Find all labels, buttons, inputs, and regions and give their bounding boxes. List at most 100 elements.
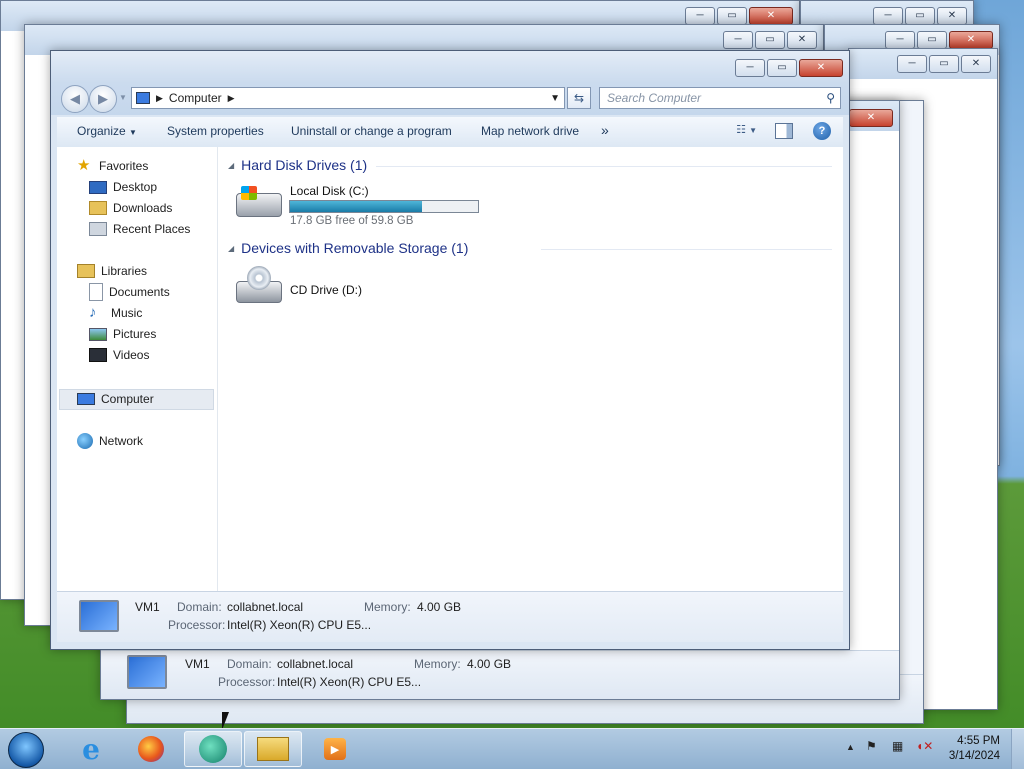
minimize-button[interactable]: ─ xyxy=(685,7,715,25)
computer-icon xyxy=(77,393,95,405)
preview-pane-button[interactable] xyxy=(775,123,793,139)
breadcrumb-computer[interactable]: Computer xyxy=(169,91,222,105)
nav-desktop-label: Desktop xyxy=(113,180,158,194)
system-properties-button[interactable]: System properties xyxy=(167,124,264,138)
firefox-icon xyxy=(138,736,164,762)
details-pane: VM1 Domain: collabnet.local Memory: 4.00… xyxy=(57,591,843,642)
close-button[interactable]: ✕ xyxy=(799,59,843,77)
close-button[interactable]: ✕ xyxy=(937,7,967,25)
memory-value: 4.00 GB xyxy=(417,600,462,614)
system-clock[interactable]: 4:55 PM 3/14/2024 xyxy=(949,734,1000,764)
maximize-button[interactable]: ▭ xyxy=(905,7,935,25)
close-button[interactable]: ✕ xyxy=(749,7,793,25)
start-button[interactable] xyxy=(8,732,44,768)
taskbar-internet-explorer[interactable]: e xyxy=(62,731,120,767)
search-icon[interactable]: ⚲ xyxy=(826,91,835,105)
forward-button[interactable]: ▶ xyxy=(89,85,117,113)
libraries-icon xyxy=(77,264,95,278)
taskbar-firefox[interactable] xyxy=(122,731,180,767)
caption-buttons: ─ ▭ ✕ xyxy=(735,59,843,77)
close-button[interactable]: ✕ xyxy=(949,31,993,49)
search-input[interactable]: Search Computer ⚲ xyxy=(599,87,841,109)
processor-value: Intel(R) Xeon(R) CPU E5... xyxy=(277,675,422,689)
drive-d-name: CD Drive (D:) xyxy=(290,283,362,297)
nav-pictures[interactable]: Pictures xyxy=(89,324,156,344)
background-window-caption-buttons: ─ ▭ ✕ xyxy=(685,7,793,25)
action-center-flag-icon[interactable]: ⚑ xyxy=(866,739,877,753)
taskbar-media-app[interactable] xyxy=(184,731,242,767)
minimize-button[interactable]: ─ xyxy=(885,31,915,49)
maximize-button[interactable]: ▭ xyxy=(917,31,947,49)
nav-documents-label: Documents xyxy=(109,285,170,299)
nav-network[interactable]: Network xyxy=(77,431,143,451)
recent-pages-dropdown-icon[interactable]: ▼ xyxy=(119,93,127,102)
back-button[interactable]: ◀ xyxy=(61,85,89,113)
breadcrumb-separator-icon[interactable]: ▶ xyxy=(228,93,235,104)
group-hard-disk-drives-label: Hard Disk Drives (1) xyxy=(241,157,368,173)
minimize-button[interactable]: ─ xyxy=(735,59,765,77)
taskbar-windows-explorer[interactable] xyxy=(244,731,302,767)
group-hard-disk-drives[interactable]: ◢ Hard Disk Drives (1) xyxy=(228,157,367,173)
close-button[interactable]: ✕ xyxy=(787,31,817,49)
nav-videos[interactable]: Videos xyxy=(89,345,149,365)
refresh-button[interactable]: ⇆ xyxy=(567,87,591,109)
show-hidden-icons-button[interactable]: ▲ xyxy=(846,742,855,752)
organize-menu[interactable]: Organize ▼ xyxy=(77,124,137,138)
explorer-window[interactable]: ─ ▭ ✕ ◀ ▶ ▼ ▶ Computer ▶ ▼ ⇆ Search Comp… xyxy=(50,50,850,650)
network-status-icon[interactable]: ▦ xyxy=(892,739,903,753)
taskbar-media-player[interactable]: ▶ xyxy=(306,731,364,767)
explorer-content: ★ Favorites Desktop Downloads Recent Pla… xyxy=(57,147,843,591)
taskbar: e ▶ ▲ ⚑ ▦ ◖✕ 4:55 PM 3/14/2024 xyxy=(0,728,1024,769)
window-titlebar[interactable] xyxy=(51,51,849,83)
close-button[interactable]: ✕ xyxy=(961,55,991,73)
nav-documents[interactable]: Documents xyxy=(89,282,170,302)
volume-muted-icon[interactable]: ◖✕ xyxy=(916,739,933,753)
internet-explorer-icon: e xyxy=(82,732,100,766)
address-history-dropdown-icon[interactable]: ▼ xyxy=(550,93,560,104)
change-view-button[interactable]: ☷ ▼ xyxy=(736,123,757,136)
maximize-button[interactable]: ▭ xyxy=(717,7,747,25)
nav-favorites-label: Favorites xyxy=(99,159,149,173)
nav-music[interactable]: ♪ Music xyxy=(89,303,142,323)
minimize-button[interactable]: ─ xyxy=(873,7,903,25)
cd-disc-icon xyxy=(247,266,271,290)
processor-value: Intel(R) Xeon(R) CPU E5... xyxy=(227,618,372,632)
hard-drive-icon xyxy=(236,186,282,217)
help-button[interactable]: ? xyxy=(813,122,831,140)
close-button[interactable]: ✕ xyxy=(849,109,893,127)
background-window-caption-buttons: ✕ xyxy=(849,109,893,127)
minimize-button[interactable]: ─ xyxy=(897,55,927,73)
minimize-button[interactable]: ─ xyxy=(723,31,753,49)
drive-c-capacity-bar xyxy=(289,200,479,213)
maximize-button[interactable]: ▭ xyxy=(755,31,785,49)
show-desktop-button[interactable] xyxy=(1011,729,1024,769)
group-divider xyxy=(376,166,832,167)
uninstall-program-button[interactable]: Uninstall or change a program xyxy=(291,124,452,138)
map-network-drive-button[interactable]: Map network drive xyxy=(481,124,579,138)
drive-c-capacity-fill xyxy=(290,201,422,212)
more-commands-button[interactable]: » xyxy=(601,122,609,138)
computer-name: VM1 xyxy=(185,657,210,671)
drives-pane: ◢ Hard Disk Drives (1) Local Disk (C:) 1… xyxy=(218,147,843,591)
nav-desktop[interactable]: Desktop xyxy=(89,177,157,197)
computer-icon xyxy=(136,92,150,104)
group-removable-storage[interactable]: ◢ Devices with Removable Storage (1) xyxy=(228,240,468,256)
maximize-button[interactable]: ▭ xyxy=(929,55,959,73)
nav-downloads[interactable]: Downloads xyxy=(89,198,172,218)
chevron-down-icon: ▼ xyxy=(749,126,757,135)
memory-value: 4.00 GB xyxy=(467,657,512,671)
group-removable-storage-label: Devices with Removable Storage (1) xyxy=(241,240,469,256)
collapse-triangle-icon[interactable]: ◢ xyxy=(228,161,234,170)
nav-computer[interactable]: Computer xyxy=(77,389,154,409)
documents-icon xyxy=(89,283,103,301)
maximize-button[interactable]: ▭ xyxy=(767,59,797,77)
address-bar[interactable]: ▶ Computer ▶ ▼ xyxy=(131,87,565,109)
breadcrumb-separator-icon[interactable]: ▶ xyxy=(156,93,163,104)
nav-favorites[interactable]: ★ Favorites xyxy=(77,156,148,176)
nav-recent-places[interactable]: Recent Places xyxy=(89,219,190,239)
clock-date: 3/14/2024 xyxy=(948,750,1000,762)
collapse-triangle-icon[interactable]: ◢ xyxy=(228,244,234,253)
nav-libraries[interactable]: Libraries xyxy=(77,261,147,281)
drive-c-free-space: 17.8 GB free of 59.8 GB xyxy=(290,215,414,227)
media-app-icon xyxy=(199,735,227,763)
